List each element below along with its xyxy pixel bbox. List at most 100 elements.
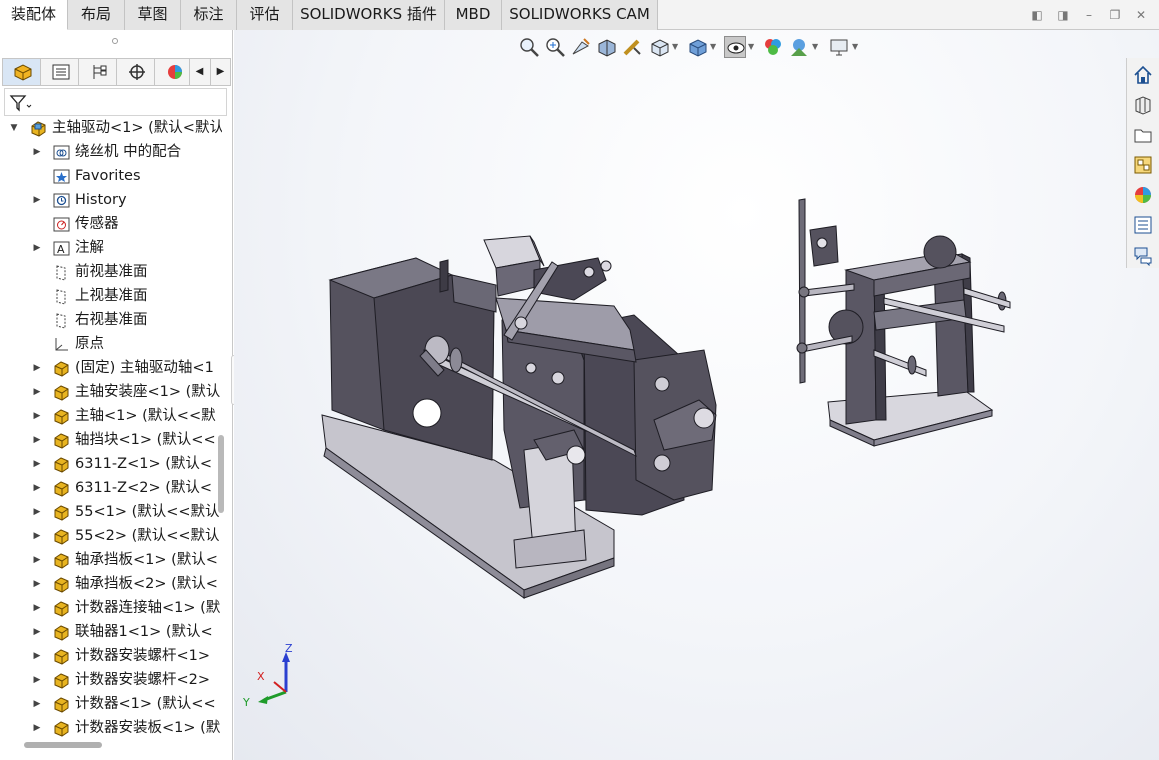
- tab-feature-manager[interactable]: [3, 59, 41, 85]
- file-explorer-icon[interactable]: [1132, 124, 1154, 146]
- spindle-drive-model[interactable]: [321, 235, 717, 599]
- expand-arrow-icon[interactable]: ▶: [32, 188, 42, 212]
- next-window-icon[interactable]: ◨: [1056, 8, 1070, 22]
- tab-evaluate[interactable]: 评估: [237, 0, 293, 30]
- expand-arrow-icon[interactable]: ▶: [32, 356, 42, 380]
- assembly-model[interactable]: [234, 30, 1126, 760]
- expand-arrow-icon[interactable]: ▶: [32, 140, 42, 164]
- tree-item-label: 6311-Z<1> (默认<: [75, 456, 213, 472]
- appearances-icon[interactable]: [1132, 184, 1154, 206]
- tab-configuration-manager[interactable]: [79, 59, 117, 85]
- pane-tab-scroll-right[interactable]: ▶: [210, 59, 230, 85]
- collapse-arrow-icon[interactable]: ▼: [9, 116, 19, 140]
- pane-tab-scroll-left[interactable]: ◀: [189, 59, 209, 85]
- tree-folder-row[interactable]: ▶ History: [0, 188, 222, 212]
- tree-component-row[interactable]: ▶ 6311-Z<2> (默认<: [0, 476, 222, 500]
- tree-item-label: 联轴器1<1> (默认<: [75, 624, 213, 640]
- expand-arrow-icon[interactable]: ▶: [32, 404, 42, 428]
- tree-filter-bar[interactable]: [4, 88, 227, 116]
- minimize-icon[interactable]: –: [1082, 8, 1096, 22]
- tree-folder-row[interactable]: 传感器: [0, 212, 222, 236]
- tree-item-label: 绕丝机 中的配合: [75, 144, 182, 160]
- expand-arrow-icon[interactable]: ▶: [32, 716, 42, 738]
- tab-property-manager[interactable]: [41, 59, 79, 85]
- expand-arrow-icon[interactable]: ▶: [32, 572, 42, 596]
- expand-arrow-icon[interactable]: ▶: [32, 524, 42, 548]
- tree-item-label: 传感器: [75, 216, 119, 232]
- tree-component-row[interactable]: ▶ 轴承挡板<1> (默认<: [0, 548, 222, 572]
- expand-arrow-icon[interactable]: ▶: [32, 452, 42, 476]
- tree-item-label: 计数器安装螺杆<2>: [75, 672, 211, 688]
- tree-item-label: 原点: [75, 336, 104, 352]
- tree-folder-row[interactable]: 原点: [0, 332, 222, 356]
- expand-arrow-icon[interactable]: ▶: [32, 428, 42, 452]
- expand-arrow-icon[interactable]: ▶: [32, 476, 42, 500]
- tree-component-row[interactable]: ▶ 55<2> (默认<<默认: [0, 524, 222, 548]
- plane-icon: [53, 264, 70, 281]
- tab-sketch[interactable]: 草图: [125, 0, 181, 30]
- view-palette-icon[interactable]: [1132, 154, 1154, 176]
- restore-icon[interactable]: ❐: [1108, 8, 1122, 22]
- part-icon: [53, 696, 70, 713]
- tree-component-row[interactable]: ▶ 计数器连接轴<1> (默: [0, 596, 222, 620]
- expand-arrow-icon[interactable]: ▶: [32, 500, 42, 524]
- tree-folder-row[interactable]: ▶ 绕丝机 中的配合: [0, 140, 222, 164]
- tree-folder-row[interactable]: ▶ A 注解: [0, 236, 222, 260]
- tree-item-label: 计数器安装螺杆<1>: [75, 648, 211, 664]
- tree-component-row[interactable]: ▶ 主轴安装座<1> (默认: [0, 380, 222, 404]
- tab-layout[interactable]: 布局: [68, 0, 125, 30]
- tree-folder-row[interactable]: 上视基准面: [0, 284, 222, 308]
- tree-component-row[interactable]: ▶ 6311-Z<1> (默认<: [0, 452, 222, 476]
- tab-markup[interactable]: 标注: [181, 0, 237, 30]
- tree-component-row[interactable]: ▶ 55<1> (默认<<默认: [0, 500, 222, 524]
- tree-item-label: (固定) 主轴驱动轴<1: [75, 360, 214, 376]
- tab-cam[interactable]: SOLIDWORKS CAM: [502, 0, 658, 30]
- tree-vertical-scrollbar[interactable]: [218, 435, 224, 513]
- tree-horizontal-scrollbar[interactable]: [24, 742, 102, 748]
- tree-item-label: 计数器<1> (默认<<: [75, 696, 216, 712]
- tree-root-assembly[interactable]: ▼ 主轴驱动<1> (默认<默认: [0, 116, 222, 140]
- tree-component-row[interactable]: ▶ 计数器安装板<1> (默: [0, 716, 222, 738]
- tree-component-row[interactable]: ▶ 计数器安装螺杆<2>: [0, 668, 222, 692]
- expand-arrow-icon[interactable]: ▶: [32, 236, 42, 260]
- tab-addins[interactable]: SOLIDWORKS 插件: [293, 0, 445, 30]
- custom-properties-icon[interactable]: [1132, 214, 1154, 236]
- tree-folder-row[interactable]: 右视基准面: [0, 308, 222, 332]
- tab-dimxpert-manager[interactable]: [117, 59, 155, 85]
- tab-assembly[interactable]: 装配体: [0, 0, 68, 30]
- expand-arrow-icon[interactable]: ▶: [32, 644, 42, 668]
- design-library-icon[interactable]: [1132, 94, 1154, 116]
- part-icon: [53, 600, 70, 617]
- forum-icon[interactable]: [1132, 244, 1154, 266]
- tab-mbd[interactable]: MBD: [445, 0, 502, 30]
- tree-component-row[interactable]: ▶ (固定) 主轴驱动轴<1: [0, 356, 222, 380]
- tree-folder-row[interactable]: Favorites: [0, 164, 222, 188]
- expand-arrow-icon[interactable]: ▶: [32, 380, 42, 404]
- tree-component-row[interactable]: ▶ 主轴<1> (默认<<默: [0, 404, 222, 428]
- close-icon[interactable]: ✕: [1134, 8, 1148, 22]
- tree-component-row[interactable]: ▶ 计数器<1> (默认<<: [0, 692, 222, 716]
- expand-arrow-icon[interactable]: ▶: [32, 548, 42, 572]
- tree-component-row[interactable]: ▶ 轴挡块<1> (默认<<: [0, 428, 222, 452]
- tab-display-manager[interactable]: [155, 59, 189, 85]
- expand-arrow-icon[interactable]: ▶: [32, 668, 42, 692]
- expand-arrow-icon[interactable]: ▶: [32, 596, 42, 620]
- counter-stand-model[interactable]: [796, 198, 1011, 447]
- tree-component-row[interactable]: ▶ 联轴器1<1> (默认<: [0, 620, 222, 644]
- prev-window-icon[interactable]: ◧: [1030, 8, 1044, 22]
- part-icon: [53, 360, 70, 377]
- tree-folder-row[interactable]: 前视基准面: [0, 260, 222, 284]
- tree-component-row[interactable]: ▶ 轴承挡板<2> (默认<: [0, 572, 222, 596]
- part-icon: [53, 480, 70, 497]
- dimxpert-icon: [129, 64, 145, 80]
- pane-splitter-icon[interactable]: [112, 38, 118, 44]
- task-pane-tabs: [1126, 58, 1159, 268]
- tree-item-label: Favorites: [75, 168, 141, 184]
- graphics-viewport[interactable]: ▼ ▼ ▼ ▼ ▼ Z Y X: [234, 30, 1159, 760]
- expand-arrow-icon[interactable]: ▶: [32, 620, 42, 644]
- tree-component-row[interactable]: ▶ 计数器安装螺杆<1>: [0, 644, 222, 668]
- home-icon[interactable]: [1132, 64, 1154, 86]
- tree-item-label: 前视基准面: [75, 264, 148, 280]
- expand-arrow-icon[interactable]: ▶: [32, 692, 42, 716]
- tree-item-label: 轴承挡板<1> (默认<: [75, 552, 218, 568]
